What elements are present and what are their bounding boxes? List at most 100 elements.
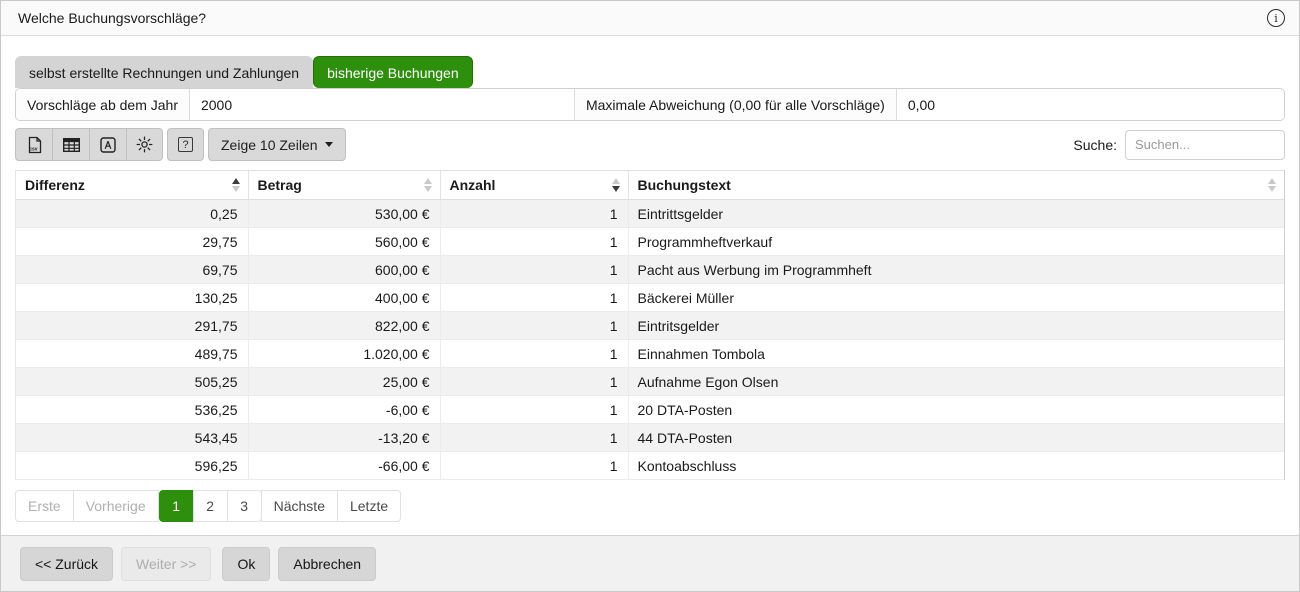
table-cell: 1 xyxy=(440,340,628,368)
table-body: 0,25530,00 €1Eintrittsgelder29,75560,00 … xyxy=(16,200,1284,480)
info-icon[interactable]: i xyxy=(1267,9,1285,27)
table-cell: 505,25 xyxy=(16,368,248,396)
table-row[interactable]: 543,45-13,20 €144 DTA-Posten xyxy=(16,424,1284,452)
table-cell: Eintritsgelder xyxy=(628,312,1284,340)
table-cell: 25,00 € xyxy=(248,368,440,396)
table-cell: 29,75 xyxy=(16,228,248,256)
table-cell: 291,75 xyxy=(16,312,248,340)
next-button[interactable]: Weiter >> xyxy=(121,547,211,581)
pagination-page-button-2[interactable]: 2 xyxy=(193,490,228,522)
tab-bar: selbst erstellte Rechnungen und Zahlunge… xyxy=(15,56,1285,88)
table-cell: 1 xyxy=(440,424,628,452)
pagination-page-button-1[interactable]: 1 xyxy=(159,490,194,522)
table-cell: -6,00 € xyxy=(248,396,440,424)
table-row[interactable]: 130,25400,00 €1Bäckerei Müller xyxy=(16,284,1284,312)
column-header-betrag[interactable]: Betrag xyxy=(248,171,440,200)
table-cell: Aufnahme Egon Olsen xyxy=(628,368,1284,396)
table-cell: 1 xyxy=(440,284,628,312)
table-cell: 1 xyxy=(440,256,628,284)
table-cell: 69,75 xyxy=(16,256,248,284)
sort-icon xyxy=(424,178,432,192)
table-cell: 20 DTA-Posten xyxy=(628,396,1284,424)
pagination: Erste Vorherige 123 Nächste Letzte xyxy=(15,490,1285,522)
table-icon xyxy=(63,138,80,152)
table-cell: 1.020,00 € xyxy=(248,340,440,368)
ok-button[interactable]: Ok xyxy=(222,547,270,581)
column-label: Anzahl xyxy=(450,177,606,193)
table-cell: 530,00 € xyxy=(248,200,440,228)
page-length-label: Zeige 10 Zeilen xyxy=(221,137,318,153)
table-cell: Eintrittsgelder xyxy=(628,200,1284,228)
back-button[interactable]: << Zurück xyxy=(20,547,113,581)
page-length-dropdown[interactable]: Zeige 10 Zeilen xyxy=(208,128,346,161)
title-bar: Welche Buchungsvorschläge? i xyxy=(1,1,1299,36)
dialog-title: Welche Buchungsvorschläge? xyxy=(18,10,206,26)
column-label: Differenz xyxy=(25,177,226,193)
deviation-label: Maximale Abweichung (0,00 für alle Vorsc… xyxy=(574,89,897,120)
year-input[interactable] xyxy=(190,89,574,120)
table-row[interactable]: 69,75600,00 €1Pacht aus Werbung im Progr… xyxy=(16,256,1284,284)
table-row[interactable]: 536,25-6,00 €120 DTA-Posten xyxy=(16,396,1284,424)
column-header-differenz[interactable]: Differenz xyxy=(16,171,248,200)
table-cell: 400,00 € xyxy=(248,284,440,312)
gear-icon xyxy=(136,136,153,153)
table-header-row: Differenz Betrag Anzahl Buchungstext xyxy=(16,171,1284,200)
table-cell: Bäckerei Müller xyxy=(628,284,1284,312)
suggestions-table-wrapper: Differenz Betrag Anzahl Buchungstext 0, xyxy=(15,170,1285,480)
table-cell: Kontoabschluss xyxy=(628,452,1284,480)
table-row[interactable]: 291,75822,00 €1Eintritsgelder xyxy=(16,312,1284,340)
search-input[interactable] xyxy=(1125,130,1285,160)
column-label: Betrag xyxy=(258,177,418,193)
pagination-last-button[interactable]: Letzte xyxy=(337,490,401,522)
help-icon: ? xyxy=(178,137,193,152)
table-cell: 1 xyxy=(440,312,628,340)
filter-row: Vorschläge ab dem Jahr Maximale Abweichu… xyxy=(15,88,1285,121)
table-row[interactable]: 489,751.020,00 €1Einnahmen Tombola xyxy=(16,340,1284,368)
csv-export-button[interactable]: csv xyxy=(15,128,52,161)
pdf-export-icon xyxy=(100,137,116,153)
settings-button[interactable] xyxy=(126,128,163,161)
sort-icon xyxy=(232,178,240,192)
dialog-content: selbst erstellte Rechnungen und Zahlunge… xyxy=(1,56,1299,522)
year-label: Vorschläge ab dem Jahr xyxy=(16,89,190,120)
pagination-page-button-3[interactable]: 3 xyxy=(227,490,262,522)
sort-icon xyxy=(612,178,620,192)
svg-text:csv: csv xyxy=(29,146,38,152)
table-cell: 1 xyxy=(440,396,628,424)
pagination-next-button[interactable]: Nächste xyxy=(261,490,338,522)
table-cell: 130,25 xyxy=(16,284,248,312)
table-cell: 1 xyxy=(440,200,628,228)
pdf-export-button[interactable] xyxy=(89,128,126,161)
csv-export-icon: csv xyxy=(26,136,43,154)
table-export-button[interactable] xyxy=(52,128,89,161)
column-header-anzahl[interactable]: Anzahl xyxy=(440,171,628,200)
cancel-button[interactable]: Abbrechen xyxy=(278,547,376,581)
table-cell: 0,25 xyxy=(16,200,248,228)
tab-previous-bookings[interactable]: bisherige Buchungen xyxy=(313,56,473,88)
table-cell: 489,75 xyxy=(16,340,248,368)
table-cell: Programmheftverkauf xyxy=(628,228,1284,256)
table-row[interactable]: 29,75560,00 €1Programmheftverkauf xyxy=(16,228,1284,256)
search-label: Suche: xyxy=(1073,137,1117,153)
column-label: Buchungstext xyxy=(638,177,1263,193)
column-header-buchungstext[interactable]: Buchungstext xyxy=(628,171,1284,200)
table-row[interactable]: 0,25530,00 €1Eintrittsgelder xyxy=(16,200,1284,228)
table-cell: 536,25 xyxy=(16,396,248,424)
pagination-previous-button[interactable]: Vorherige xyxy=(73,490,159,522)
table-cell: 1 xyxy=(440,228,628,256)
chevron-down-icon xyxy=(325,142,333,147)
deviation-input[interactable] xyxy=(897,89,1284,120)
help-button[interactable]: ? xyxy=(167,128,204,161)
table-cell: 596,25 xyxy=(16,452,248,480)
table-cell: 1 xyxy=(440,452,628,480)
table-cell: 600,00 € xyxy=(248,256,440,284)
table-cell: 44 DTA-Posten xyxy=(628,424,1284,452)
table-cell: 560,00 € xyxy=(248,228,440,256)
table-cell: -13,20 € xyxy=(248,424,440,452)
table-cell: -66,00 € xyxy=(248,452,440,480)
tab-self-created-invoices[interactable]: selbst erstellte Rechnungen und Zahlunge… xyxy=(15,56,313,88)
table-row[interactable]: 505,2525,00 €1Aufnahme Egon Olsen xyxy=(16,368,1284,396)
table-cell: 1 xyxy=(440,368,628,396)
pagination-first-button[interactable]: Erste xyxy=(15,490,74,522)
table-row[interactable]: 596,25-66,00 €1Kontoabschluss xyxy=(16,452,1284,480)
